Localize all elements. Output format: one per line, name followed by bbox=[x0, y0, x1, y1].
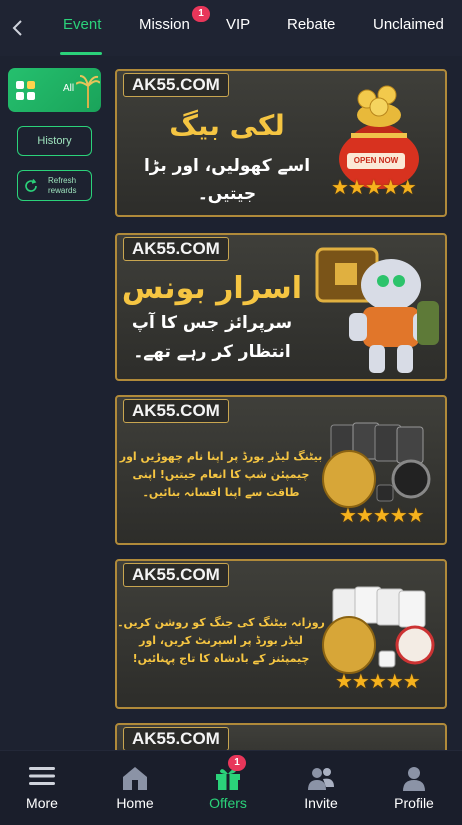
tab-active-indicator bbox=[60, 52, 102, 55]
back-button[interactable] bbox=[6, 14, 28, 42]
promo-banner-lucky-bag[interactable]: AK55.COM لکی بیگ اسے کھولیں، اور بڑا جیت… bbox=[115, 69, 447, 217]
cards-and-coins-icon bbox=[322, 422, 431, 508]
nav-home-label: Home bbox=[116, 795, 154, 811]
banner-body-line2: لیڈر بورڈ پر اسپرنٹ کریں، اور bbox=[139, 634, 303, 647]
promo-banner-betting-leaderboard[interactable]: AK55.COM بیٹنگ لیڈر بورڈ پر اپنا نام چھو… bbox=[115, 395, 447, 545]
app-root: Event Mission 1 VIP Rebate Unclaimed All… bbox=[0, 0, 462, 825]
banner-title: اسرار بونس bbox=[121, 271, 303, 306]
tab-unclaimed[interactable]: Unclaimed bbox=[373, 16, 444, 33]
banner-body-line2: انتظار کر رہے تھے۔ bbox=[133, 342, 291, 362]
star-rating: ★★★★★ bbox=[331, 177, 417, 199]
cards-and-dice-icon bbox=[322, 586, 435, 674]
category-all-label: All bbox=[63, 83, 75, 94]
tab-rebate[interactable]: Rebate bbox=[287, 16, 335, 33]
category-all[interactable]: All bbox=[8, 68, 101, 112]
grid-icon bbox=[16, 81, 35, 100]
promo-banner-daily-betting-battle[interactable]: AK55.COM روزانہ بیٹنگ کی جنگ کو روشن کری… bbox=[115, 559, 447, 709]
bottom-navigation: More Home 1 Offers Invite Profile bbox=[0, 750, 462, 825]
banner-body-line1: اسے کھولیں، اور بڑا bbox=[143, 156, 311, 176]
banner-body-line3: چیمپئنز کے بادشاہ کا تاج پہنائیں! bbox=[132, 652, 310, 665]
mission-badge: 1 bbox=[192, 6, 210, 22]
banner-body-line1: روزانہ بیٹنگ کی جنگ کو روشن کریں۔ bbox=[117, 616, 325, 629]
refresh-rewards-label: Refresh rewards bbox=[48, 176, 77, 195]
nav-offers-label: Offers bbox=[209, 795, 247, 811]
offers-badge: 1 bbox=[228, 755, 246, 771]
nav-more-label: More bbox=[26, 795, 58, 811]
nav-offers[interactable]: 1 Offers bbox=[188, 751, 268, 825]
banner-brand: AK55.COM bbox=[123, 237, 229, 261]
banner-brand: AK55.COM bbox=[123, 563, 229, 587]
tab-event[interactable]: Event bbox=[63, 16, 101, 33]
chevron-left-icon bbox=[12, 20, 22, 36]
refresh-icon bbox=[25, 179, 37, 192]
user-icon bbox=[403, 767, 425, 791]
banner-brand: AK55.COM bbox=[123, 727, 229, 751]
tab-mission[interactable]: Mission bbox=[139, 16, 190, 33]
star-rating: ★★★★★ bbox=[339, 505, 425, 527]
nav-profile[interactable]: Profile bbox=[374, 751, 454, 825]
category-sidebar: All History Refresh rewards bbox=[0, 56, 108, 750]
nav-profile-label: Profile bbox=[394, 795, 434, 811]
tab-vip[interactable]: VIP bbox=[226, 16, 250, 33]
open-now-badge: OPEN NOW bbox=[347, 153, 405, 169]
menu-icon bbox=[29, 767, 55, 785]
promo-banner-mystery-bonus[interactable]: AK55.COM اسرار بونس سرپرائز جس کا آپ انت… bbox=[115, 233, 447, 381]
nav-more[interactable]: More bbox=[2, 751, 82, 825]
history-button[interactable]: History bbox=[17, 126, 92, 156]
top-tab-bar: Event Mission 1 VIP Rebate Unclaimed bbox=[0, 0, 462, 56]
banner-body-line3: طاقت سے اپنا افسانہ بنائیں۔ bbox=[142, 486, 300, 499]
banner-body-line2: چیمپئن شپ کا انعام جیتیں! اپنی bbox=[132, 468, 310, 481]
star-rating: ★★★★★ bbox=[335, 671, 421, 693]
refresh-rewards-button[interactable]: Refresh rewards bbox=[17, 170, 92, 201]
home-icon bbox=[123, 767, 147, 790]
banner-brand: AK55.COM bbox=[123, 399, 229, 423]
banner-brand: AK55.COM bbox=[123, 73, 229, 97]
nav-invite[interactable]: Invite bbox=[281, 751, 361, 825]
nav-invite-label: Invite bbox=[304, 795, 338, 811]
banner-body-line1: سرپرائز جس کا آپ bbox=[131, 313, 293, 333]
banner-body-line2: جیتیں۔ bbox=[197, 184, 257, 204]
banner-body-line1: بیٹنگ لیڈر بورڈ پر اپنا نام چھوڑیں اور bbox=[119, 450, 323, 463]
treasure-yeti-icon bbox=[315, 247, 439, 373]
users-icon bbox=[308, 768, 334, 790]
palm-decoration-icon bbox=[76, 75, 100, 108]
nav-home[interactable]: Home bbox=[95, 751, 175, 825]
banner-title: لکی بیگ bbox=[169, 109, 285, 142]
